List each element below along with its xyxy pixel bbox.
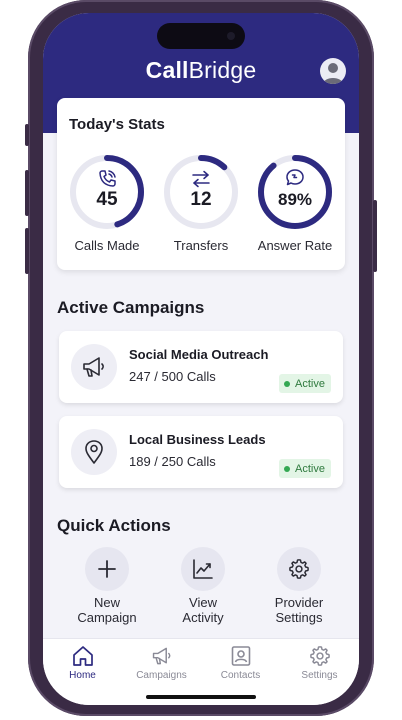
- tab-contacts[interactable]: Contacts: [201, 645, 280, 681]
- side-button-volume-up: [25, 170, 29, 216]
- tab-settings[interactable]: Settings: [280, 645, 359, 681]
- home-indicator: [146, 695, 256, 699]
- status-badge: Active: [279, 374, 331, 393]
- active-campaigns-title: Active Campaigns: [57, 298, 205, 317]
- stat-label: Answer Rate: [257, 238, 333, 253]
- campaign-name: Social Media Outreach: [129, 347, 269, 362]
- stat-transfers: 12 Transfers: [153, 152, 249, 253]
- app-brand: CallBridge: [145, 57, 257, 83]
- status-badge: Active: [279, 459, 331, 478]
- stat-value: 89%: [278, 190, 312, 209]
- tab-home[interactable]: Home: [43, 645, 122, 681]
- side-button-silent: [25, 124, 29, 146]
- user-icon: [323, 63, 343, 84]
- side-button-power: [373, 200, 377, 272]
- phone-icon: [99, 170, 116, 187]
- view-activity-button[interactable]: View Activity: [155, 547, 251, 625]
- provider-settings-button[interactable]: Provider Settings: [251, 547, 347, 625]
- megaphone-icon: [152, 647, 170, 665]
- stat-label: Calls Made: [74, 238, 140, 253]
- stat-value: 12: [190, 189, 211, 210]
- profile-avatar[interactable]: [320, 58, 346, 84]
- chart-icon: [193, 559, 213, 579]
- gear-icon: [289, 559, 309, 579]
- stat-label: Transfers: [173, 238, 229, 253]
- megaphone-icon: [83, 357, 104, 377]
- home-icon: [72, 646, 93, 666]
- stat-ring: 89%: [258, 155, 332, 229]
- campaign-card-local-business[interactable]: Local Business Leads 189 / 250 Calls Act…: [59, 416, 343, 488]
- stat-calls-made: 45 Calls Made: [59, 152, 155, 253]
- dynamic-island: [157, 23, 245, 49]
- transfer-arrows-icon: [192, 170, 210, 188]
- new-campaign-button[interactable]: New Campaign: [59, 547, 155, 625]
- stat-answer-rate: 89% Answer Rate: [247, 152, 343, 253]
- campaign-card-social-media[interactable]: Social Media Outreach 247 / 500 Calls Ac…: [59, 331, 343, 403]
- quick-actions-title: Quick Actions: [57, 516, 171, 535]
- stats-title: Today's Stats: [69, 116, 165, 133]
- stat-ring: 45: [70, 155, 144, 229]
- contact-card-icon: [231, 646, 250, 666]
- status-dot-icon: [284, 465, 291, 472]
- campaign-count: 189 / 250 Calls: [129, 454, 216, 469]
- tab-campaigns[interactable]: Campaigns: [122, 645, 201, 681]
- campaign-count: 247 / 500 Calls: [129, 369, 216, 384]
- plus-icon: [98, 560, 116, 578]
- stat-ring: 12: [164, 155, 238, 229]
- todays-stats-card: Today's Stats 45 Calls Made 12 Transfers…: [57, 98, 345, 270]
- gear-icon: [309, 646, 330, 666]
- location-pin-icon: [85, 440, 103, 464]
- stat-value: 45: [96, 189, 118, 210]
- status-dot-icon: [284, 380, 291, 387]
- side-button-volume-down: [25, 228, 29, 274]
- campaign-name: Local Business Leads: [129, 432, 266, 447]
- chat-bubble-icon: [286, 169, 304, 186]
- app-screen: CallBridge Today's Stats 45 Calls Made 1…: [43, 13, 359, 705]
